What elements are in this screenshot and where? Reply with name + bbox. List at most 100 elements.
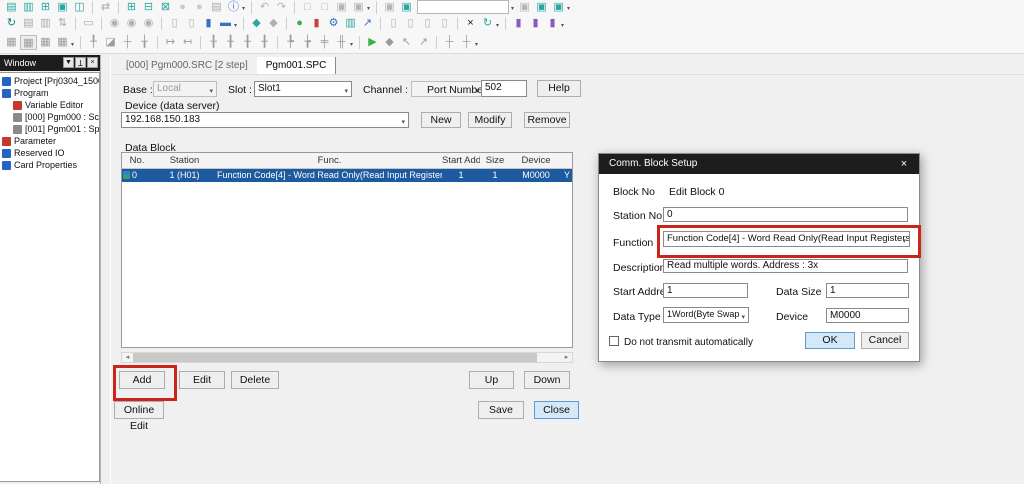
toolbar-icon[interactable]: ▯ [402, 16, 419, 31]
toolbar-icon[interactable]: ▣ [333, 0, 350, 14]
toolbar-icon[interactable]: ▦ [3, 35, 20, 50]
toolbar-icon[interactable]: ⇅ [54, 16, 71, 31]
device-input[interactable]: M0000 [826, 308, 909, 323]
tree-item[interactable]: Reserved IO [0, 147, 99, 159]
chevron-down-icon[interactable]: ▾ [367, 5, 370, 12]
device-server-select[interactable]: 192.168.150.183▾ [121, 112, 409, 128]
toolbar-icon[interactable]: ◪ [102, 35, 119, 50]
toolbar-icon[interactable]: ↤ [179, 35, 196, 50]
chevron-down-icon[interactable]: ▾ [71, 41, 74, 48]
toolbar-icon[interactable]: ▯ [385, 16, 402, 31]
chevron-down-icon[interactable]: ▾ [475, 41, 478, 48]
toolbar-icon[interactable]: ▦ [37, 35, 54, 50]
tree-item[interactable]: Card Properties [0, 159, 99, 171]
toolbar-icon[interactable]: ◉ [140, 16, 157, 31]
toolbar-icon[interactable]: ↶ [256, 0, 273, 14]
toolbar-icon[interactable]: ▣ [398, 0, 415, 14]
slot-select[interactable]: Slot1▾ [254, 81, 352, 97]
toolbar-icon[interactable]: ╂ [239, 35, 256, 50]
tree-item[interactable]: Variable Editor [0, 99, 99, 111]
toolbar-icon[interactable]: ▤ [208, 0, 225, 14]
toolbar-icon[interactable]: ▥ [37, 16, 54, 31]
chevron-down-icon[interactable]: ▾ [511, 5, 514, 12]
toolbar-icon[interactable]: □ [316, 0, 333, 14]
modify-button[interactable]: Modify [468, 112, 512, 128]
window-menu-button[interactable]: ▼ [63, 57, 74, 68]
down-button[interactable]: Down [524, 371, 570, 389]
toolbar-icon[interactable]: ▦ [54, 35, 71, 50]
toolbar-icon[interactable]: ▣ [381, 0, 398, 14]
toolbar-icon[interactable]: ⚙ [325, 16, 342, 31]
chevron-down-icon[interactable]: ▾ [561, 22, 564, 29]
table-row[interactable]: 0 1 (H01) Function Code[4] - Word Read O… [122, 169, 572, 182]
tree-item[interactable]: Program [0, 87, 99, 99]
toolbar-icon[interactable]: ▦ [20, 35, 37, 50]
toolbar-icon[interactable]: ▮ [200, 16, 217, 31]
toolbar-icon[interactable]: × [462, 16, 479, 31]
online-edit-button[interactable]: Online Edit [114, 401, 164, 419]
toolbar-icon[interactable]: ⊞ [123, 0, 140, 14]
tree-item[interactable]: Project [Prj0304_1500] [0, 75, 99, 87]
toolbar-icon[interactable]: ◉ [123, 16, 140, 31]
toolbar-icon[interactable]: ▯ [183, 16, 200, 31]
close-button[interactable]: Close [534, 401, 579, 419]
toolbar-icon[interactable]: ↻ [479, 16, 496, 31]
toolbar-icon[interactable]: ▮ [544, 16, 561, 31]
scrollbar-thumb[interactable] [133, 353, 537, 362]
window-pin-icon[interactable]: T [75, 57, 86, 68]
toolbar-icon[interactable]: ▥ [342, 16, 359, 31]
toolbar-icon[interactable]: ⓘ [225, 0, 242, 14]
toolbar-icon[interactable]: ↷ [273, 0, 290, 14]
chevron-down-icon[interactable]: ▾ [496, 22, 499, 29]
chevron-down-icon[interactable]: ▾ [242, 5, 245, 12]
toolbar-icon[interactable]: ╀ [85, 35, 102, 50]
toolbar-icon[interactable]: ▭ [80, 16, 97, 31]
scrollbar-track[interactable] [537, 353, 561, 362]
toolbar-icon[interactable]: ▯ [419, 16, 436, 31]
col-extra[interactable] [562, 153, 572, 168]
horizontal-scrollbar[interactable]: ◂ ▸ [121, 352, 573, 363]
toolbar-icon[interactable]: ╁ [136, 35, 153, 50]
toolbar-icon[interactable]: ┼ [119, 35, 136, 50]
toolbar-icon[interactable]: ┼ [441, 35, 458, 50]
toolbar-icon[interactable]: ▮ [527, 16, 544, 31]
toolbar-icon[interactable]: ● [191, 0, 208, 14]
dialog-close-icon[interactable]: × [897, 157, 911, 171]
col-start-addr[interactable]: Start Addr [442, 153, 480, 168]
toolbar-icon[interactable]: ▬ [217, 16, 234, 31]
chevron-down-icon[interactable]: ▾ [234, 22, 237, 29]
toolbar-icon[interactable]: ↦ [162, 35, 179, 50]
station-no-input[interactable]: 0 [663, 207, 908, 222]
save-button[interactable]: Save [478, 401, 524, 419]
toolbar-icon[interactable]: ⊟ [140, 0, 157, 14]
data-size-input[interactable]: 1 [826, 283, 909, 298]
toolbar-icon[interactable]: ▣ [533, 0, 550, 14]
toolbar-icon[interactable]: ◫ [71, 0, 88, 14]
do-not-transmit-checkbox[interactable] [609, 336, 619, 346]
toolbar-icon[interactable]: ↗ [359, 16, 376, 31]
toolbar-icon[interactable]: ╂ [205, 35, 222, 50]
toolbar-icon[interactable]: ▣ [550, 0, 567, 14]
help-button[interactable]: Help [537, 80, 581, 97]
toolbar-icon[interactable]: ▣ [516, 0, 533, 14]
tree-item[interactable]: Parameter [0, 135, 99, 147]
toolbar-icon[interactable]: ▮ [510, 16, 527, 31]
toolbar-icon[interactable]: ▶ [364, 35, 381, 50]
col-station[interactable]: Station [152, 153, 217, 168]
delete-button[interactable]: Delete [231, 371, 279, 389]
scroll-right-icon[interactable]: ▸ [561, 353, 572, 362]
toolbar-icon[interactable]: ⇄ [97, 0, 114, 14]
col-size[interactable]: Size [480, 153, 510, 168]
toolbar-icon[interactable]: ╂ [256, 35, 273, 50]
tree-item[interactable]: [000] Pgm000 : Sc [0, 111, 99, 123]
remove-button[interactable]: Remove [524, 112, 570, 128]
toolbar-icon[interactable]: ╪ [316, 35, 333, 50]
toolbar-icon[interactable]: ▥ [20, 0, 37, 14]
toolbar-icon[interactable]: ▤ [20, 16, 37, 31]
data-type-select[interactable]: 1Word(Byte Swap▾ [663, 307, 749, 323]
window-close-icon[interactable]: × [87, 57, 98, 68]
toolbar-icon[interactable]: ◉ [106, 16, 123, 31]
col-device[interactable]: Device [510, 153, 562, 168]
col-no[interactable]: No. [122, 153, 152, 168]
cancel-button[interactable]: Cancel [861, 332, 909, 349]
